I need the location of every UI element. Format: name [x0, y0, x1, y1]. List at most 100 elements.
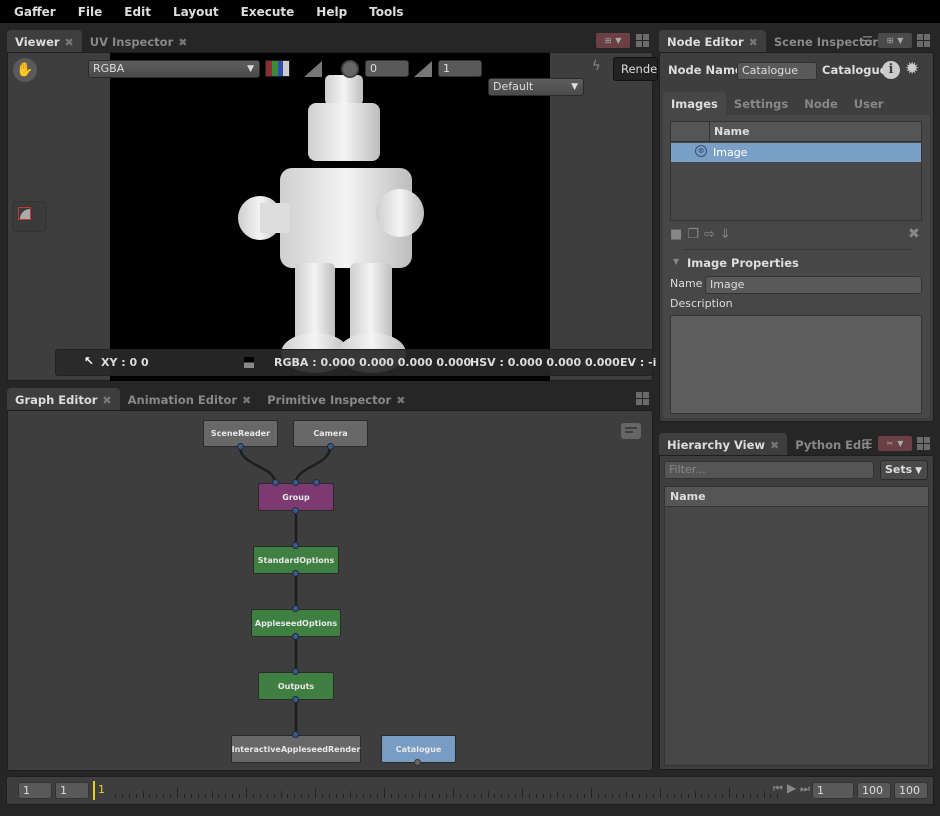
- channel-solo-rgb-button[interactable]: [265, 60, 290, 77]
- node-plug[interactable]: [292, 633, 299, 640]
- node-interactiveappleseedrender[interactable]: InteractiveAppleseedRender: [231, 735, 361, 763]
- remove-image-icon[interactable]: ✖: [908, 226, 920, 242]
- crop-window-tool-button[interactable]: [12, 201, 47, 232]
- skip-to-start-icon[interactable]: ⏮: [773, 782, 783, 796]
- layout-menu-button[interactable]: [917, 437, 930, 450]
- lightning-icon[interactable]: ϟ: [592, 59, 601, 74]
- node-plug[interactable]: [272, 479, 279, 486]
- node-label: InteractiveAppleseedRender: [231, 744, 361, 754]
- hamburger-menu-icon[interactable]: ☰: [862, 34, 873, 48]
- node-plug[interactable]: [292, 731, 299, 738]
- layout-menu-button[interactable]: [636, 392, 649, 405]
- node-plug[interactable]: [237, 443, 244, 450]
- viewport[interactable]: [110, 53, 550, 381]
- playback-end-field[interactable]: 100: [857, 782, 891, 799]
- collapse-triangle-icon[interactable]: ▼: [673, 257, 679, 266]
- menu-layout[interactable]: Layout: [173, 5, 219, 19]
- info-icon[interactable]: i: [882, 61, 900, 79]
- node-set-pin-button[interactable]: ⊞ ▼: [596, 33, 630, 48]
- node-plug[interactable]: [292, 696, 299, 703]
- tab-python-editor[interactable]: Python Editor: [787, 433, 869, 457]
- gamma-curve-icon[interactable]: [414, 61, 432, 77]
- pan-tool-hand-icon[interactable]: ✋: [13, 58, 37, 82]
- menu-edit[interactable]: Edit: [124, 5, 151, 19]
- tab-primitive-inspector[interactable]: Primitive Inspector ✖: [259, 388, 413, 412]
- tab-viewer[interactable]: Viewer ✖: [7, 30, 82, 54]
- subtab-user[interactable]: User: [846, 92, 892, 116]
- tab-animation-editor[interactable]: Animation Editor ✖: [120, 388, 260, 412]
- node-plug[interactable]: [313, 479, 320, 486]
- layout-menu-button[interactable]: [917, 34, 930, 47]
- skip-to-end-icon[interactable]: ⏭: [800, 782, 810, 796]
- list-item[interactable]: ⊗ Image: [671, 143, 921, 162]
- node-plug[interactable]: [292, 507, 299, 514]
- tab-hierarchy-view[interactable]: Hierarchy View ✖: [659, 433, 788, 457]
- display-transform-dropdown[interactable]: Default ▼: [488, 78, 584, 96]
- close-icon[interactable]: ✖: [102, 394, 111, 407]
- subtab-node[interactable]: Node: [796, 92, 846, 116]
- tab-graph-editor[interactable]: Graph Editor ✖: [7, 388, 120, 412]
- gamma-field[interactable]: 1: [438, 60, 482, 77]
- menu-gaffer[interactable]: Gaffer: [14, 5, 56, 19]
- node-plug[interactable]: [292, 542, 299, 549]
- timeline-tick: [114, 794, 116, 798]
- close-icon[interactable]: ✖: [770, 439, 779, 452]
- node-set-pin-button[interactable]: ⊞ ▼: [878, 33, 912, 48]
- playback-start-field[interactable]: 1: [55, 782, 89, 799]
- close-icon[interactable]: ✖: [396, 394, 405, 407]
- column-header-name[interactable]: Name: [714, 125, 750, 138]
- channel-select-dropdown[interactable]: RGBA ▼: [88, 60, 260, 78]
- folder-icon[interactable]: ■: [670, 227, 682, 242]
- tab-uv-inspector[interactable]: UV Inspector ✖: [82, 30, 196, 54]
- close-icon[interactable]: ✖: [65, 36, 74, 49]
- timeline-tick: [239, 794, 241, 798]
- clipping-toggle-icon[interactable]: [304, 61, 322, 77]
- filter-input[interactable]: Filter...: [664, 461, 874, 479]
- export-icon[interactable]: ⇨: [704, 227, 715, 242]
- play-icon[interactable]: ▶: [787, 781, 796, 795]
- timeline-tick: [439, 794, 441, 798]
- gear-icon[interactable]: ✹: [905, 59, 919, 79]
- close-icon[interactable]: ✖: [242, 394, 251, 407]
- graph-editor-panel[interactable]: SceneReader Camera Group StandardOptions…: [7, 410, 653, 771]
- menu-help[interactable]: Help: [316, 5, 347, 19]
- current-frame-field[interactable]: 1: [812, 782, 854, 799]
- hierarchy-tree[interactable]: Name: [664, 486, 929, 766]
- duplicate-icon[interactable]: ❐: [687, 227, 699, 242]
- end-frame-field[interactable]: 100: [894, 782, 928, 799]
- node-plug[interactable]: [292, 570, 299, 577]
- menu-file[interactable]: File: [78, 5, 103, 19]
- column-header-name[interactable]: Name: [670, 490, 706, 503]
- description-label: Description: [670, 297, 733, 310]
- description-textarea[interactable]: [670, 315, 922, 414]
- timeline-ruler[interactable]: [98, 782, 779, 800]
- menu-execute[interactable]: Execute: [241, 5, 295, 19]
- node-plug[interactable]: [292, 479, 299, 486]
- close-icon[interactable]: ✖: [749, 36, 758, 49]
- close-icon[interactable]: ✖: [178, 36, 187, 49]
- exposure-field[interactable]: 0: [365, 60, 409, 77]
- hamburger-menu-icon[interactable]: ☰: [862, 437, 873, 451]
- focus-pin-button[interactable]: ✂ ▼: [878, 436, 912, 451]
- menu-tools[interactable]: Tools: [369, 5, 403, 19]
- images-list[interactable]: Name ⊗ Image: [670, 121, 922, 221]
- section-title[interactable]: Image Properties: [687, 256, 799, 270]
- node-plug[interactable]: [414, 759, 421, 766]
- subtab-images[interactable]: Images: [663, 92, 726, 116]
- start-frame-field[interactable]: 1: [18, 782, 52, 799]
- node-plug[interactable]: [327, 443, 334, 450]
- node-plug[interactable]: [292, 605, 299, 612]
- exposure-aperture-icon[interactable]: [341, 60, 359, 78]
- node-plug[interactable]: [292, 668, 299, 675]
- subtab-settings[interactable]: Settings: [726, 92, 796, 116]
- sets-dropdown[interactable]: Sets ▼: [880, 460, 928, 480]
- layout-menu-button[interactable]: [636, 34, 649, 47]
- timeline-tick: [715, 794, 717, 798]
- tab-node-editor[interactable]: Node Editor ✖: [659, 30, 766, 54]
- node-name-field[interactable]: Catalogue: [737, 62, 817, 80]
- playhead[interactable]: [93, 781, 95, 800]
- extract-icon[interactable]: ⇓: [720, 227, 731, 242]
- timeline-tick: [218, 794, 220, 798]
- render-button[interactable]: Render: [613, 57, 658, 81]
- image-name-field[interactable]: Image: [705, 276, 922, 294]
